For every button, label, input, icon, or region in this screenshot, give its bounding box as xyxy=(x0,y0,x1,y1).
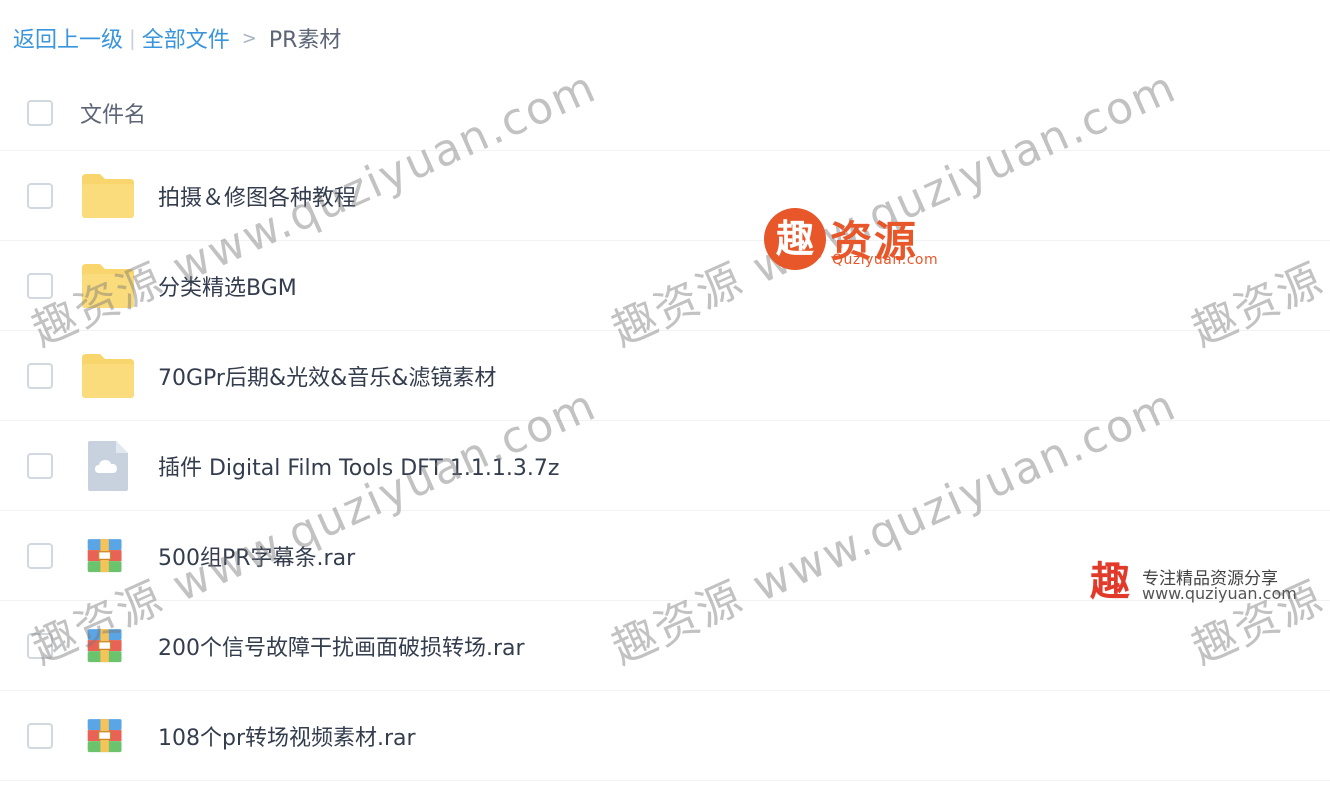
file-name[interactable]: 分类精选BGM xyxy=(158,270,297,302)
brand-logo-glyph: 趣 xyxy=(764,208,826,270)
archive-icon xyxy=(87,538,122,572)
row-checkbox[interactable] xyxy=(27,722,53,749)
current-folder-label: PR素材 xyxy=(268,28,342,53)
brand-badge-url: www.quziyuan.com xyxy=(1142,584,1297,603)
breadcrumb-divider: | xyxy=(129,26,136,50)
file-row[interactable]: 拍摄＆修图各种教程 xyxy=(0,151,1330,241)
file-name[interactable]: 108个pr转场视频素材.rar xyxy=(158,720,416,752)
breadcrumb-arrow-icon: > xyxy=(241,27,257,49)
column-header-filename[interactable]: 文件名 xyxy=(80,97,146,129)
folder-icon xyxy=(82,263,134,308)
file-name[interactable]: 500组PR字幕条.rar xyxy=(158,540,355,572)
archive-icon xyxy=(87,628,122,662)
folder-icon xyxy=(82,353,134,398)
file-name[interactable]: 200个信号故障干扰画面破损转场.rar xyxy=(158,630,525,662)
back-link[interactable]: 返回上一级 xyxy=(13,22,123,54)
file-row[interactable]: 插件 Digital Film Tools DFT 1.1.1.3.7z xyxy=(0,421,1330,511)
file-browser-page: 返回上一级 | 全部文件 > PR素材 文件名 拍摄＆修图各种教程 分类精选BG… xyxy=(0,0,1330,796)
brand-badge: 趣 专注精品资源分享 www.quziyuan.com xyxy=(1090,560,1320,610)
select-all-checkbox[interactable] xyxy=(27,100,53,126)
breadcrumb: 返回上一级 | 全部文件 > PR素材 xyxy=(13,20,341,56)
file-list: 拍摄＆修图各种教程 分类精选BGM 70GPr后期&光效&音乐&滤镜素材 插件 … xyxy=(0,151,1330,781)
file-row[interactable]: 108个pr转场视频素材.rar xyxy=(0,691,1330,781)
folder-icon xyxy=(82,173,134,218)
brand-logo: 趣 资源 Quziyuan.com xyxy=(764,208,964,272)
row-checkbox[interactable] xyxy=(27,452,53,479)
file-row[interactable]: 分类精选BGM xyxy=(0,241,1330,331)
archive-icon xyxy=(87,718,122,752)
cloud-file-icon xyxy=(88,440,128,491)
file-name[interactable]: 插件 Digital Film Tools DFT 1.1.1.3.7z xyxy=(158,450,559,482)
brand-badge-glyph: 趣 xyxy=(1090,559,1130,605)
file-list-header: 文件名 xyxy=(0,76,1330,151)
row-checkbox[interactable] xyxy=(27,272,53,299)
file-name[interactable]: 拍摄＆修图各种教程 xyxy=(158,180,356,212)
row-checkbox[interactable] xyxy=(27,632,53,659)
row-checkbox[interactable] xyxy=(27,182,53,209)
all-files-link[interactable]: 全部文件 xyxy=(142,22,230,54)
row-checkbox[interactable] xyxy=(27,542,53,569)
file-row[interactable]: 70GPr后期&光效&音乐&滤镜素材 xyxy=(0,331,1330,421)
row-checkbox[interactable] xyxy=(27,362,53,389)
file-name[interactable]: 70GPr后期&光效&音乐&滤镜素材 xyxy=(158,360,496,392)
file-row[interactable]: 200个信号故障干扰画面破损转场.rar xyxy=(0,601,1330,691)
brand-logo-en: Quziyuan.com xyxy=(832,252,939,268)
